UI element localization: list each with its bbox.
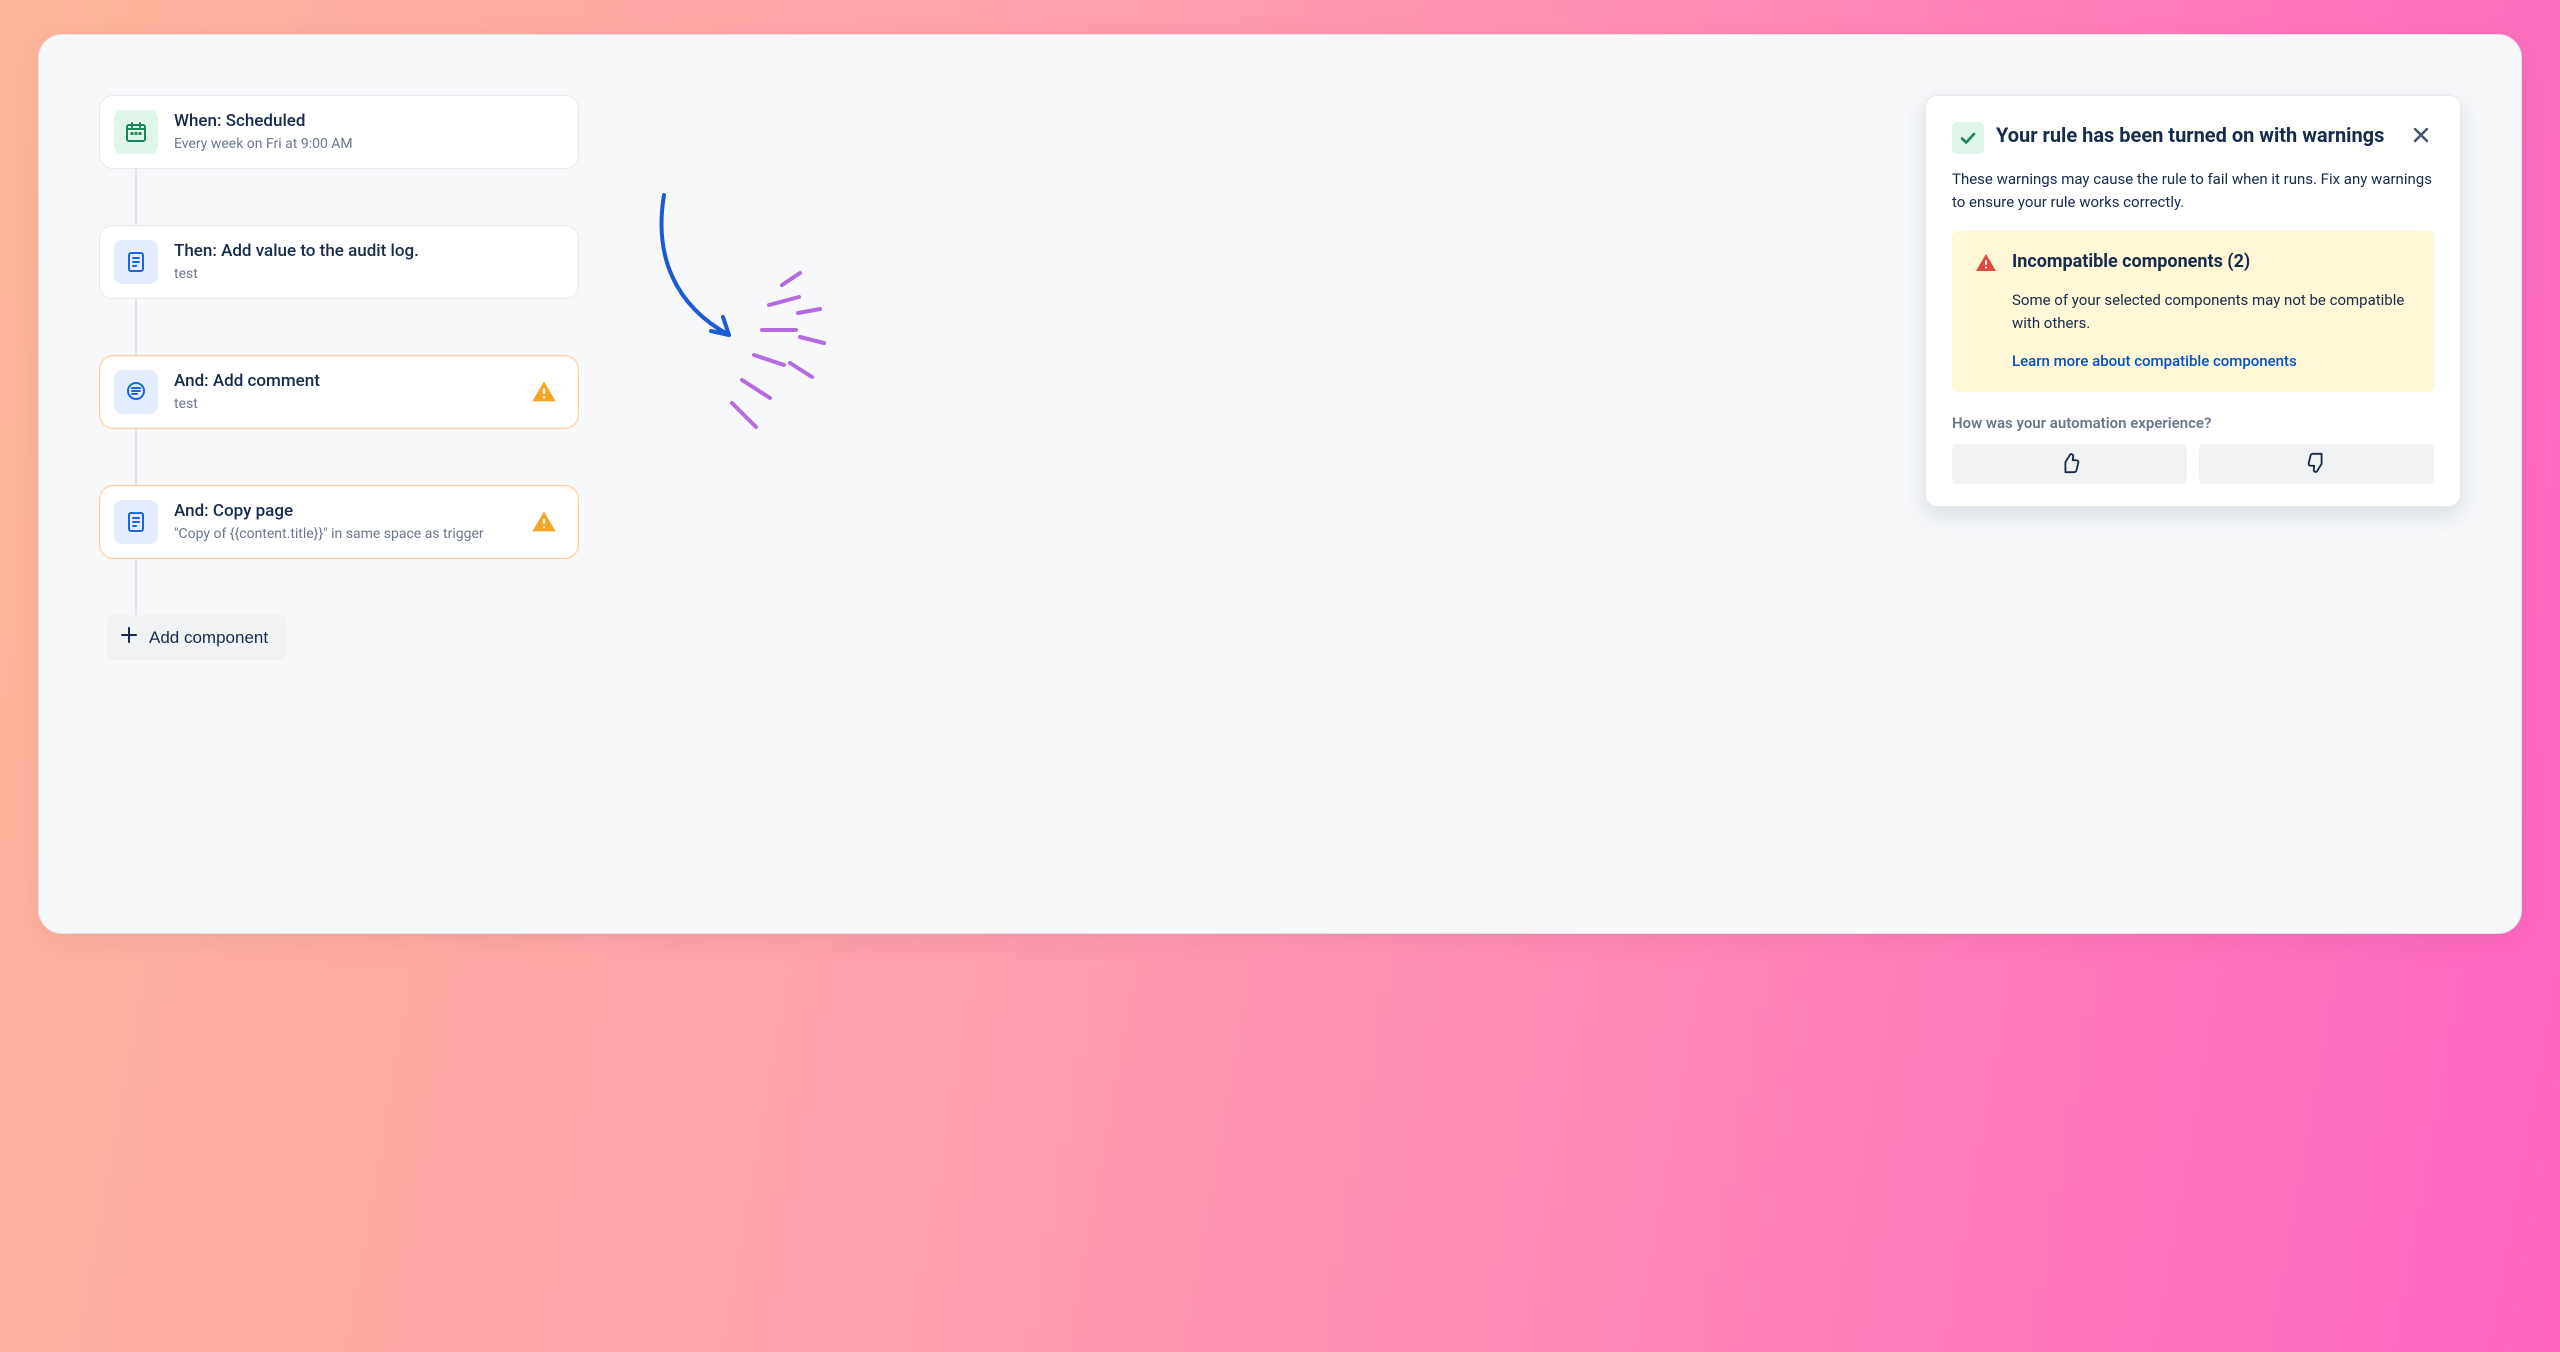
comment-icon <box>114 370 158 414</box>
warning-icon <box>530 508 558 536</box>
flow-connector <box>135 299 137 355</box>
feedback-thumbs-down-button[interactable] <box>2199 444 2434 484</box>
learn-more-link[interactable]: Learn more about compatible components <box>2012 352 2297 370</box>
action-node-copy-page[interactable]: And: Copy page "Copy of {{content.title}… <box>99 485 579 559</box>
feedback-thumbs-up-button[interactable] <box>1952 444 2187 484</box>
flow-connector <box>135 169 137 225</box>
document-icon <box>114 500 158 544</box>
flow-connector <box>135 429 137 485</box>
close-button[interactable] <box>2408 122 2434 151</box>
flow-connector <box>135 559 137 615</box>
document-icon <box>114 240 158 284</box>
annotation-arrow <box>634 185 894 445</box>
add-component-label: Add component <box>149 628 268 648</box>
warning-box: Incompatible components (2) Some of your… <box>1952 231 2434 392</box>
automation-canvas: When: Scheduled Every week on Fri at 9:0… <box>38 34 2522 934</box>
rule-flow: When: Scheduled Every week on Fri at 9:0… <box>99 95 579 660</box>
thumbs-down-icon <box>2306 452 2328 477</box>
warning-icon <box>1974 251 1998 279</box>
node-subtitle: test <box>174 265 558 284</box>
node-title: And: Add comment <box>174 370 514 393</box>
trigger-node-scheduled[interactable]: When: Scheduled Every week on Fri at 9:0… <box>99 95 579 169</box>
warning-title: Incompatible components (2) <box>2012 251 2250 272</box>
action-node-audit-log[interactable]: Then: Add value to the audit log. test <box>99 225 579 299</box>
action-node-add-comment[interactable]: And: Add comment test <box>99 355 579 429</box>
add-component-button[interactable]: Add component <box>107 615 286 660</box>
feedback-prompt: How was your automation experience? <box>1952 414 2434 432</box>
warning-body: Some of your selected components may not… <box>2012 289 2412 334</box>
warning-icon <box>530 378 558 406</box>
check-icon <box>1952 122 1984 154</box>
rule-saved-panel: Your rule has been turned on with warnin… <box>1925 95 2461 507</box>
node-title: And: Copy page <box>174 500 514 523</box>
panel-title: Your rule has been turned on with warnin… <box>1996 122 2396 148</box>
plus-icon <box>119 625 139 650</box>
thumbs-up-icon <box>2059 452 2081 477</box>
node-title: Then: Add value to the audit log. <box>174 240 558 263</box>
panel-description: These warnings may cause the rule to fai… <box>1952 168 2434 213</box>
close-icon <box>2412 126 2430 147</box>
node-subtitle: "Copy of {{content.title}}" in same spac… <box>174 525 514 544</box>
node-title: When: Scheduled <box>174 110 558 133</box>
node-subtitle: test <box>174 395 514 414</box>
calendar-icon <box>114 110 158 154</box>
node-subtitle: Every week on Fri at 9:00 AM <box>174 135 558 154</box>
